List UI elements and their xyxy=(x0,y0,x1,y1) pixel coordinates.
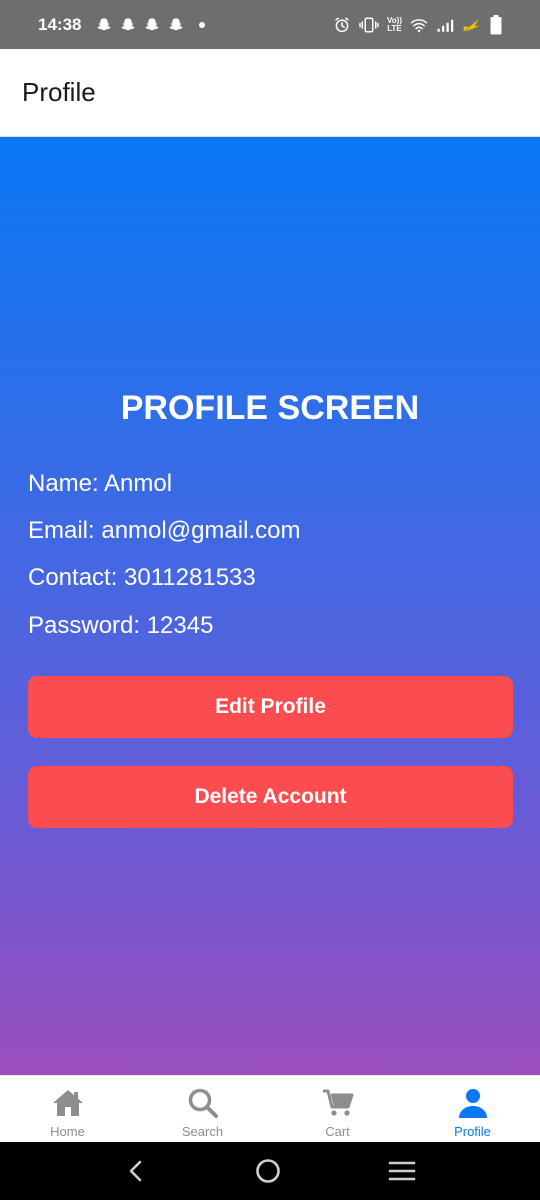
system-icons: Vo)) LTE xyxy=(333,14,502,35)
home-icon xyxy=(51,1086,85,1120)
system-nav-bar xyxy=(0,1142,540,1200)
tab-label: Cart xyxy=(325,1124,350,1139)
tab-profile[interactable]: Profile xyxy=(405,1076,540,1142)
snapchat-icon xyxy=(119,16,137,34)
contact-text: Contact: 3011281533 xyxy=(28,564,256,591)
snapchat-icon xyxy=(95,16,113,34)
alarm-icon xyxy=(333,16,351,34)
bottom-tab-bar: Home Search Cart Profile xyxy=(0,1075,540,1142)
status-time: 14:38 xyxy=(38,14,82,34)
signal-icon xyxy=(436,17,454,33)
cart-icon xyxy=(321,1086,355,1120)
profile-content: PROFILE SCREEN Name: Anmol Email: anmol@… xyxy=(0,137,540,1075)
tab-label: Home xyxy=(50,1124,85,1139)
password-text: Password: 12345 xyxy=(28,612,214,639)
page-title: Profile xyxy=(22,77,96,107)
person-icon xyxy=(456,1086,490,1120)
tab-home[interactable]: Home xyxy=(0,1076,135,1142)
back-icon[interactable] xyxy=(124,1159,148,1183)
wifi-icon xyxy=(410,17,428,33)
email-text: Email: anmol@gmail.com xyxy=(28,517,301,544)
search-icon xyxy=(186,1086,220,1120)
battery-icon xyxy=(490,14,502,35)
status-bar: 14:38 Vo)) LTE xyxy=(0,0,540,49)
vibrate-icon xyxy=(359,16,379,34)
app-header: Profile xyxy=(0,49,540,137)
tab-cart[interactable]: Cart xyxy=(270,1076,405,1142)
volte-icon: Vo)) LTE xyxy=(387,15,402,33)
tab-search[interactable]: Search xyxy=(135,1076,270,1142)
tab-label: Search xyxy=(181,1124,224,1139)
recents-icon[interactable] xyxy=(388,1160,416,1182)
home-circle-icon[interactable] xyxy=(255,1158,281,1184)
tab-label: Profile xyxy=(454,1124,491,1139)
charging-icon xyxy=(462,16,482,34)
snapchat-icon xyxy=(143,16,161,34)
edit-profile-button[interactable]: Edit Profile xyxy=(28,676,513,738)
name-text: Name: Anmol xyxy=(28,470,173,497)
profile-screen-heading: PROFILE SCREEN xyxy=(120,389,420,427)
dot-icon xyxy=(199,21,206,28)
delete-account-button[interactable]: Delete Account xyxy=(28,766,513,828)
notification-icons xyxy=(95,16,206,34)
snapchat-icon xyxy=(167,16,185,34)
